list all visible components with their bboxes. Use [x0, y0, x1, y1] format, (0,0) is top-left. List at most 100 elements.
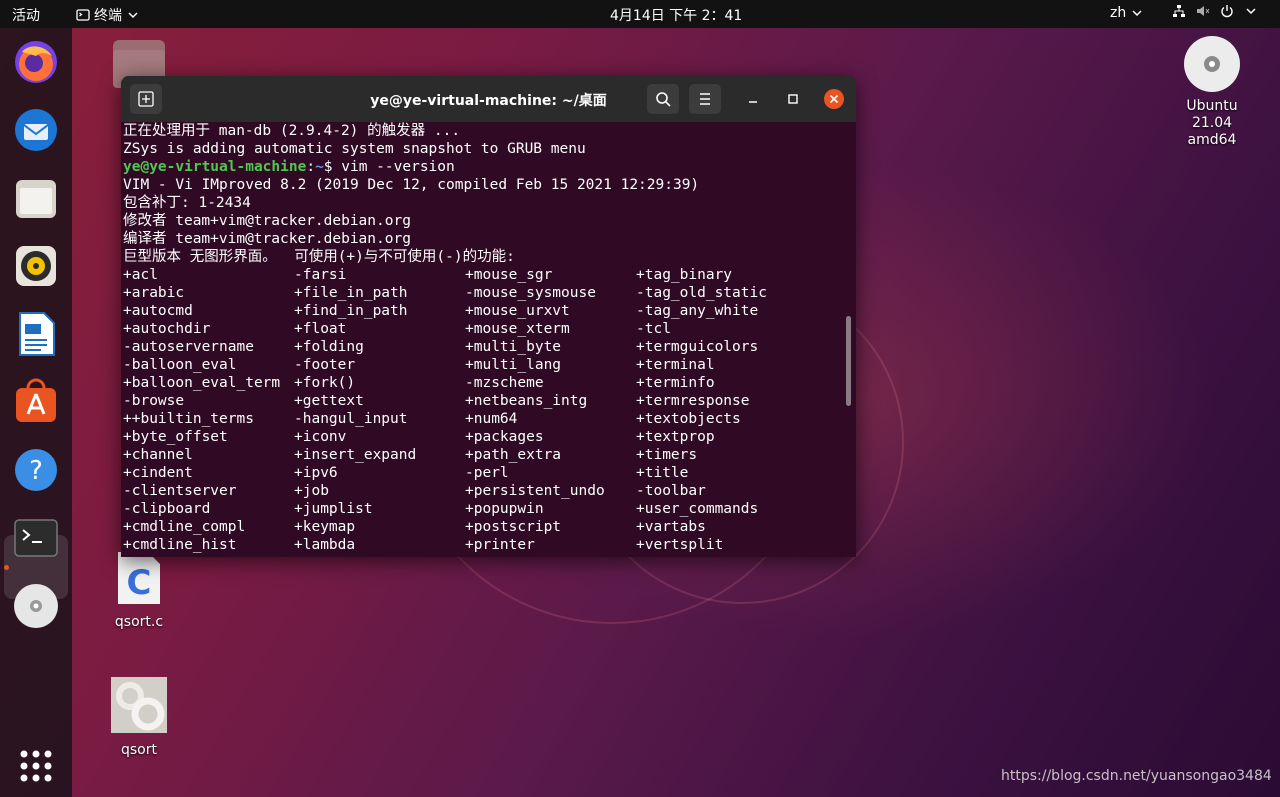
input-method-label: zh — [1110, 5, 1127, 21]
svg-text:?: ? — [29, 456, 43, 486]
output-line: 巨型版本 无图形界面。 可使用(+)与不可使用(-)的功能: — [123, 249, 515, 265]
feature-cell: +tag_binary — [636, 267, 733, 283]
feature-cell: +file_in_path — [294, 285, 408, 301]
feature-cell: +multi_lang — [465, 357, 562, 373]
feature-row: ++builtin_terms -hangul_input +num64 +texto… — [123, 410, 843, 428]
thunderbird-icon[interactable] — [12, 106, 60, 154]
system-menu[interactable] — [1172, 4, 1258, 18]
feature-cell: +byte_offset — [123, 429, 228, 445]
feature-cell: -clientserver — [123, 483, 237, 499]
feature-cell: +mouse_urxvt — [465, 303, 570, 319]
help-icon[interactable]: ? — [12, 446, 60, 494]
prompt-user: ye@ye-virtual-machine — [123, 159, 307, 175]
minimize-button[interactable] — [743, 89, 763, 109]
feature-row: +cindent +ipv6 -perl +title — [123, 464, 843, 482]
feature-cell: +keymap — [294, 519, 356, 535]
terminal-icon[interactable] — [12, 514, 60, 562]
executable-gear-icon — [111, 677, 167, 733]
feature-cell: +cindent — [123, 465, 193, 481]
feature-cell: +termresponse — [636, 393, 750, 409]
feature-cell: +persistent_undo — [465, 483, 605, 499]
output-line: 编译者 team+vim@tracker.debian.org — [123, 231, 411, 247]
terminal-small-icon — [76, 9, 90, 21]
desktop-icon-qsort-c[interactable]: C qsort.c — [94, 550, 184, 630]
feature-cell: +float — [294, 321, 347, 337]
activities-button[interactable]: 活动 — [12, 5, 40, 25]
input-method-indicator[interactable]: zh — [1110, 5, 1144, 21]
svg-text:C: C — [127, 563, 152, 603]
terminal-headerbar[interactable]: ye@ye-virtual-machine: ~/桌面 — [121, 76, 856, 122]
network-wired-icon — [1173, 5, 1185, 17]
feature-cell: -farsi — [294, 267, 347, 283]
feature-cell: +vertsplit — [636, 537, 724, 553]
command-prompt-line: ye@ye-virtual-machine:~$ vim --version — [123, 159, 455, 175]
feature-cell: +num64 — [465, 411, 518, 427]
feature-cell: +cmdline_hist — [123, 537, 237, 553]
scrollbar[interactable] — [846, 316, 851, 406]
feature-row: -clipboard +jumplist +popupwin +user_comman… — [123, 500, 843, 518]
prompt-command: $ vim --version — [323, 159, 455, 175]
feature-cell: -browse — [123, 393, 185, 409]
close-button[interactable] — [824, 89, 844, 109]
power-icon — [1221, 5, 1233, 18]
output-line: 包含补丁: 1-2434 — [123, 195, 251, 211]
feature-cell: +postscript — [465, 519, 562, 535]
writer-icon[interactable] — [12, 310, 60, 358]
clock[interactable]: 4月14日 下午 2：41 — [610, 5, 742, 25]
prompt-path: ~ — [315, 159, 324, 175]
chevron-down-icon — [1246, 8, 1256, 15]
chevron-down-icon — [128, 12, 138, 19]
feature-cell: +timers — [636, 447, 698, 463]
desktop-icon-label: qsort.c — [114, 614, 164, 630]
feature-cell: +mouse_xterm — [465, 321, 570, 337]
feature-cell: -autoservername — [123, 339, 254, 355]
search-icon — [656, 92, 671, 107]
c-file-icon: C — [118, 552, 160, 604]
feature-cell: -footer — [294, 357, 356, 373]
feature-cell: -tag_old_static — [636, 285, 767, 301]
output-line: 正在处理用于 man-db (2.9.4-2) 的触发器 ... — [123, 123, 461, 139]
feature-cell: -balloon_eval — [123, 357, 237, 373]
close-icon — [829, 94, 839, 104]
feature-cell: +job — [294, 483, 329, 499]
feature-cell: ++builtin_terms — [123, 411, 254, 427]
feature-cell: +cmdline_compl — [123, 519, 246, 535]
app-menu[interactable]: 终端 — [76, 5, 140, 25]
minimize-icon — [749, 101, 757, 103]
firefox-icon[interactable] — [12, 38, 60, 86]
desktop-icon-qsort[interactable]: qsort — [94, 676, 184, 758]
feature-cell: -toolbar — [636, 483, 706, 499]
files-icon[interactable] — [12, 174, 60, 222]
feature-cell: +arabic — [123, 285, 185, 301]
software-icon[interactable] — [12, 378, 60, 426]
feature-row: +byte_offset +iconv +packages +textprop — [123, 428, 843, 446]
maximize-button[interactable] — [783, 89, 803, 109]
feature-cell: +ipv6 — [294, 465, 338, 481]
terminal-window[interactable]: ye@ye-virtual-machine: ~/桌面 正在处理用于 man-d… — [121, 76, 856, 557]
feature-cell: +fork() — [294, 375, 356, 391]
hamburger-menu-button[interactable] — [689, 84, 721, 114]
disc-icon[interactable] — [12, 582, 60, 630]
desktop-icon-ubuntu-disc[interactable]: Ubuntu 21.04 amd64 — [1167, 34, 1257, 149]
feature-cell: +folding — [294, 339, 364, 355]
feature-cell: +multi_byte — [465, 339, 562, 355]
running-indicator — [4, 565, 9, 570]
feature-cell: +autocmd — [123, 303, 193, 319]
feature-row: -browse +gettext +netbeans_intg +termrespon… — [123, 392, 843, 410]
feature-cell: +lambda — [294, 537, 356, 553]
feature-row: +cmdline_hist +lambda +printer +vertsplit — [123, 536, 843, 554]
app-grid-icon[interactable] — [12, 742, 60, 790]
search-button[interactable] — [647, 84, 679, 114]
feature-cell: -tcl — [636, 321, 671, 337]
feature-cell: +netbeans_intg — [465, 393, 588, 409]
rhythmbox-icon[interactable] — [12, 242, 60, 290]
feature-row: +cmdline_compl +keymap +postscript +vartabs — [123, 518, 843, 536]
feature-row: +arabic +file_in_path -mouse_sysmouse -tag_… — [123, 284, 843, 302]
output-line: VIM - Vi IMproved 8.2 (2019 Dec 12, comp… — [123, 177, 700, 193]
feature-cell: +vartabs — [636, 519, 706, 535]
feature-cell: +terminal — [636, 357, 715, 373]
output-line: 修改者 team+vim@tracker.debian.org — [123, 213, 411, 229]
feature-cell: +textprop — [636, 429, 715, 445]
terminal-output[interactable]: 正在处理用于 man-db (2.9.4-2) 的触发器 ... ZSys is… — [123, 122, 843, 557]
feature-cell: +balloon_eval_term — [123, 375, 281, 391]
